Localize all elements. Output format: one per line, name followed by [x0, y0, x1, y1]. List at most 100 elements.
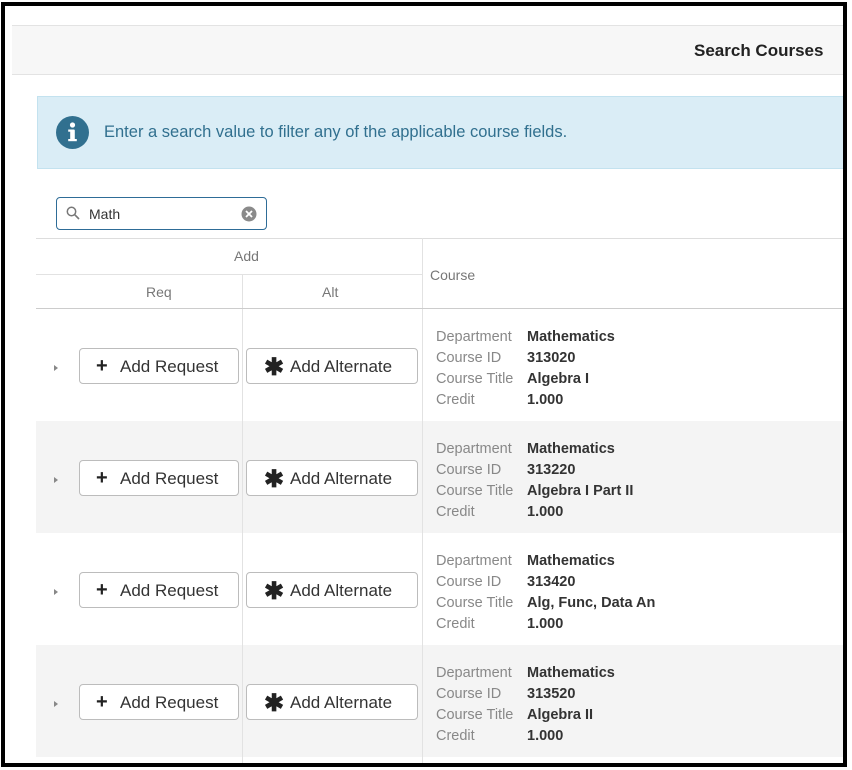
grid-top-border	[36, 238, 843, 239]
course-id-value: 313220	[527, 462, 576, 478]
department-value: Mathematics	[527, 665, 615, 681]
add-request-label: Add Request	[120, 469, 219, 488]
add-request-label: Add Request	[120, 581, 219, 600]
add-request-button[interactable]: + Add Request	[79, 460, 239, 496]
page-header: Search Courses	[12, 25, 843, 75]
detail-department: Department Mathematics	[436, 439, 615, 460]
search-box[interactable]	[56, 197, 267, 230]
course-title-label: Course Title	[436, 371, 514, 387]
column-header-alt[interactable]: Alt	[322, 284, 338, 300]
clear-circle-icon[interactable]	[241, 206, 257, 227]
table-row: + Add Request ✱ Add Alternate Department Math…	[36, 421, 843, 533]
course-title-label: Course Title	[436, 483, 514, 499]
add-request-button[interactable]: + Add Request	[79, 572, 239, 608]
credit-label: Credit	[436, 392, 475, 408]
department-value: Mathematics	[527, 329, 615, 345]
alert-message: Enter a search value to filter any of th…	[104, 123, 568, 141]
course-title-value: Alg, Func, Data An	[527, 595, 656, 611]
search-input[interactable]	[89, 204, 239, 224]
detail-credit: Credit 1.000	[436, 614, 563, 635]
grid-group-header-add: Add	[234, 248, 259, 264]
course-details: Department Mathematics Course ID 313220 Cour…	[436, 439, 633, 523]
add-alternate-button[interactable]: ✱ Add Alternate	[246, 348, 418, 384]
course-title-label: Course Title	[436, 595, 514, 611]
credit-value: 1.000	[527, 504, 564, 520]
detail-credit: Credit 1.000	[436, 726, 563, 747]
course-title-value: Algebra II	[527, 707, 594, 723]
course-id-label: Course ID	[436, 350, 502, 366]
add-alternate-button[interactable]: ✱ Add Alternate	[246, 572, 418, 608]
credit-value: 1.000	[527, 616, 564, 632]
course-id-value: 313520	[527, 686, 576, 702]
add-alternate-button[interactable]: ✱ Add Alternate	[246, 460, 418, 496]
detail-department: Department Mathematics	[436, 551, 615, 572]
detail-course-title: Course Title Algebra I Part II	[436, 481, 633, 502]
grid-body-divider-course	[422, 309, 423, 763]
asterisk-icon: ✱	[264, 578, 285, 605]
course-id-value: 313020	[527, 350, 576, 366]
detail-course-title: Course Title Alg, Func, Data An	[436, 593, 655, 614]
department-label: Department	[436, 665, 512, 681]
course-title-value: Algebra I Part II	[527, 483, 634, 499]
add-alternate-button[interactable]: ✱ Add Alternate	[246, 684, 418, 720]
plus-icon: +	[96, 579, 108, 601]
course-details: Department Mathematics Course ID 313020 Cour…	[436, 327, 615, 411]
detail-course-title: Course Title Algebra I	[436, 369, 589, 390]
table-row: + Add Request ✱ Add Alternate Department Math…	[36, 533, 843, 645]
course-details: Department Mathematics Course ID 313520 Cour…	[436, 663, 615, 747]
department-label: Department	[436, 553, 512, 569]
plus-icon: +	[96, 691, 108, 713]
course-id-label: Course ID	[436, 462, 502, 478]
info-alert: Enter a search value to filter any of th…	[37, 96, 843, 169]
table-row: + Add Request ✱ Add Alternate Department Math…	[36, 309, 843, 421]
add-request-label: Add Request	[120, 693, 219, 712]
screenshot-frame: Search Courses Enter a search value to f…	[1, 2, 847, 767]
caret-right-icon[interactable]	[54, 589, 58, 595]
grid-req-alt-divider	[242, 274, 243, 308]
add-alternate-label: Add Alternate	[290, 581, 393, 600]
course-details: Department Mathematics Course ID 313420 Cour…	[436, 551, 655, 635]
column-header-req[interactable]: Req	[146, 284, 172, 300]
detail-course-id: Course ID 313220	[436, 460, 575, 481]
detail-credit: Credit 1.000	[436, 390, 563, 411]
course-id-value: 313420	[527, 574, 576, 590]
credit-value: 1.000	[527, 728, 564, 744]
page-title: Search Courses	[694, 41, 824, 60]
detail-course-id: Course ID 313020	[436, 348, 575, 369]
add-request-button[interactable]: + Add Request	[79, 684, 239, 720]
course-id-label: Course ID	[436, 686, 502, 702]
grid-body-divider-req	[242, 309, 243, 763]
info-circle-icon	[56, 116, 89, 149]
asterisk-icon: ✱	[264, 466, 285, 493]
column-header-course[interactable]: Course	[430, 267, 475, 283]
department-label: Department	[436, 329, 512, 345]
asterisk-icon: ✱	[264, 690, 285, 717]
credit-value: 1.000	[527, 392, 564, 408]
add-request-button[interactable]: + Add Request	[79, 348, 239, 384]
department-value: Mathematics	[527, 553, 615, 569]
grid-group-divider	[36, 274, 422, 275]
course-title-value: Algebra I	[527, 371, 590, 387]
plus-icon: +	[96, 467, 108, 489]
add-request-label: Add Request	[120, 357, 219, 376]
credit-label: Credit	[436, 616, 475, 632]
detail-credit: Credit 1.000	[436, 502, 563, 523]
department-label: Department	[436, 441, 512, 457]
search-icon	[66, 206, 80, 225]
add-alternate-label: Add Alternate	[290, 469, 393, 488]
detail-department: Department Mathematics	[436, 663, 615, 684]
asterisk-icon: ✱	[264, 354, 285, 381]
detail-department: Department Mathematics	[436, 327, 615, 348]
add-alternate-label: Add Alternate	[290, 357, 393, 376]
course-grid: Add Req Alt Course + Add Request ✱ Add Alte…	[36, 238, 843, 763]
caret-right-icon[interactable]	[54, 477, 58, 483]
credit-label: Credit	[436, 504, 475, 520]
app-window: Search Courses Enter a search value to f…	[12, 11, 843, 763]
caret-right-icon[interactable]	[54, 701, 58, 707]
course-id-label: Course ID	[436, 574, 502, 590]
detail-course-id: Course ID 313420	[436, 572, 575, 593]
credit-label: Credit	[436, 728, 475, 744]
course-title-label: Course Title	[436, 707, 514, 723]
plus-icon: +	[96, 355, 108, 377]
caret-right-icon[interactable]	[54, 365, 58, 371]
